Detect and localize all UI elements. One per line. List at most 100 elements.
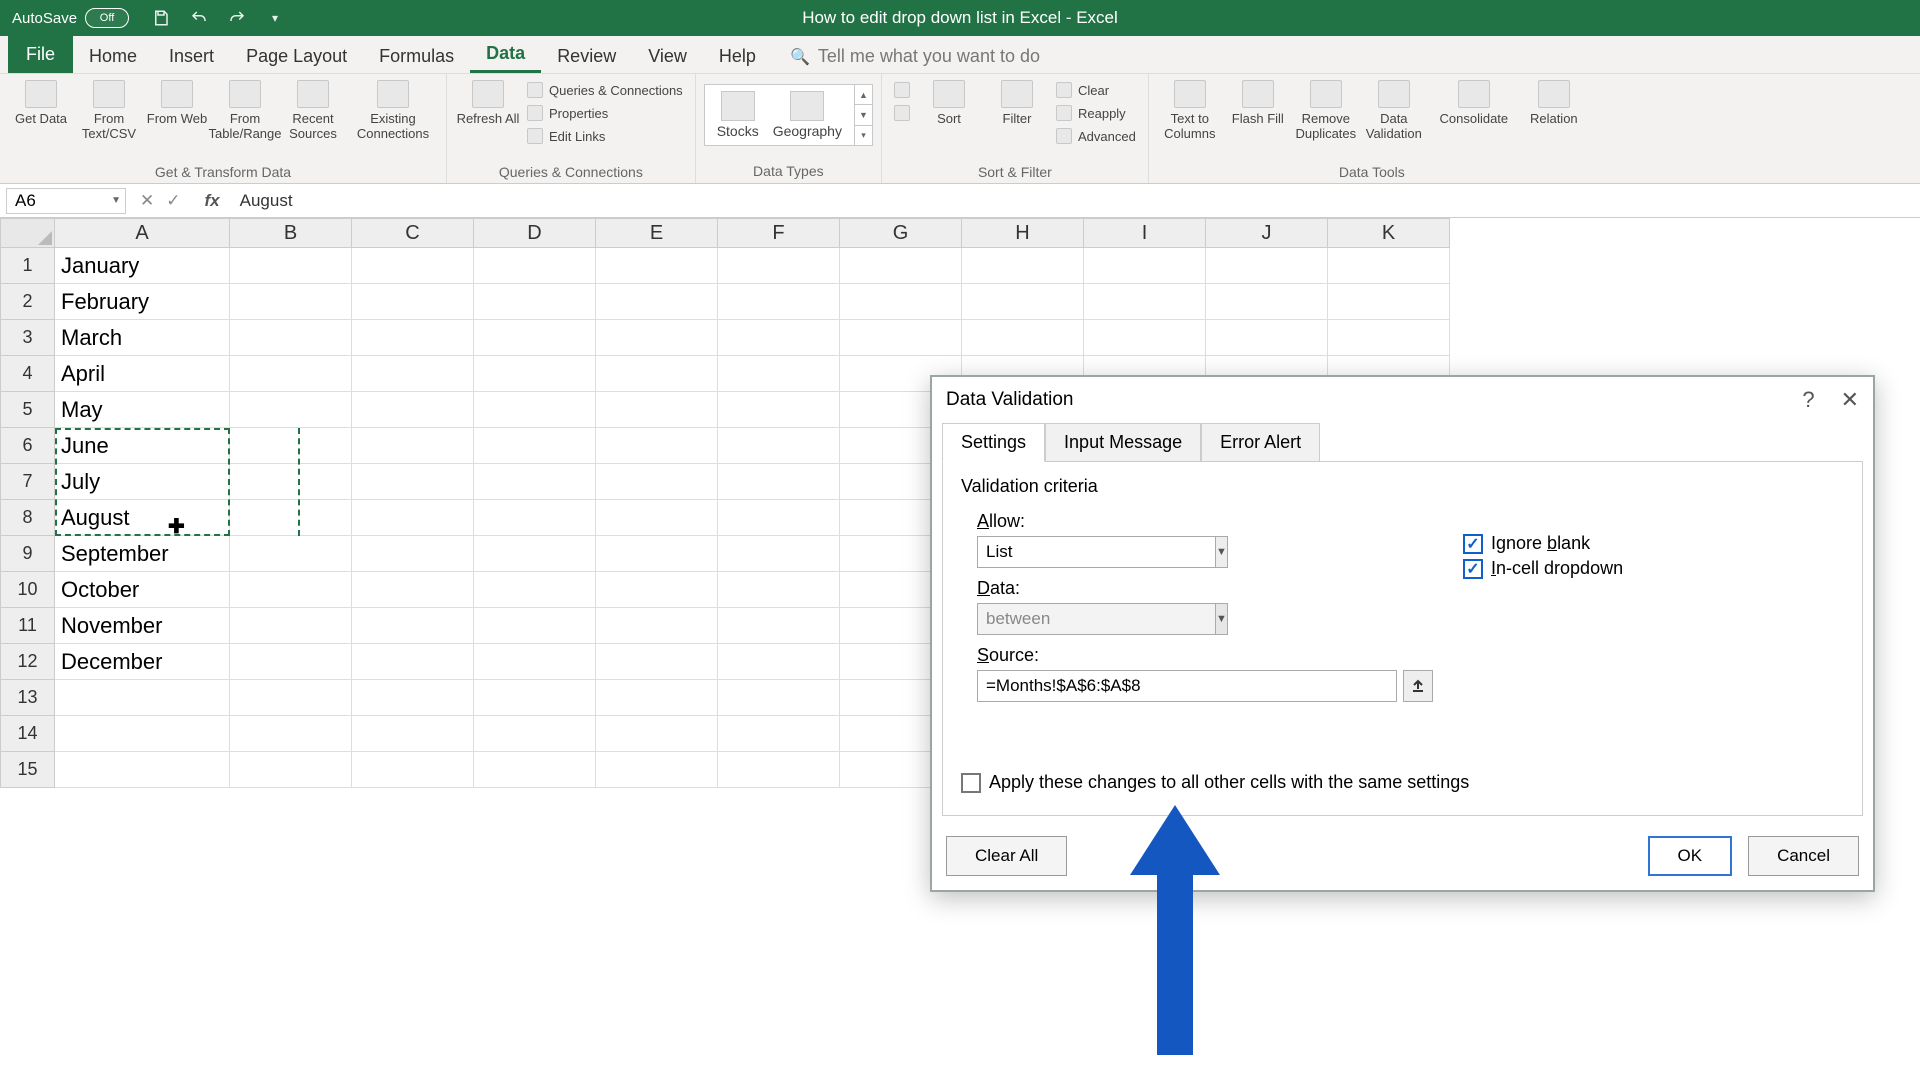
- tab-insert[interactable]: Insert: [153, 40, 230, 73]
- col-head-h[interactable]: H: [962, 218, 1084, 248]
- cell[interactable]: [352, 392, 474, 428]
- tab-settings[interactable]: Settings: [942, 423, 1045, 462]
- cell[interactable]: [596, 752, 718, 788]
- cell[interactable]: [962, 284, 1084, 320]
- cell[interactable]: [718, 356, 840, 392]
- cell[interactable]: [474, 716, 596, 752]
- cell[interactable]: [55, 716, 230, 752]
- cell[interactable]: [596, 356, 718, 392]
- get-data-button[interactable]: Get Data: [8, 78, 74, 160]
- cell[interactable]: [1328, 284, 1450, 320]
- cell[interactable]: [352, 572, 474, 608]
- cell[interactable]: April: [55, 356, 230, 392]
- cell[interactable]: [352, 500, 474, 536]
- tab-data[interactable]: Data: [470, 37, 541, 73]
- cell[interactable]: [474, 428, 596, 464]
- cell[interactable]: [1206, 284, 1328, 320]
- cell[interactable]: [718, 608, 840, 644]
- cell[interactable]: [474, 644, 596, 680]
- tab-input-message[interactable]: Input Message: [1045, 423, 1201, 462]
- row-head[interactable]: 1: [0, 248, 55, 284]
- cell[interactable]: [352, 644, 474, 680]
- sort-button[interactable]: Sort: [916, 78, 982, 160]
- cell[interactable]: February: [55, 284, 230, 320]
- name-box[interactable]: A6 ▼: [6, 188, 126, 214]
- cell[interactable]: [1084, 284, 1206, 320]
- sort-desc-button[interactable]: [890, 103, 914, 123]
- cancel-icon[interactable]: ✕: [140, 191, 154, 211]
- cell[interactable]: [596, 284, 718, 320]
- cell[interactable]: [352, 680, 474, 716]
- cell[interactable]: June: [55, 428, 230, 464]
- tab-page-layout[interactable]: Page Layout: [230, 40, 363, 73]
- cell[interactable]: August: [55, 500, 230, 536]
- cell[interactable]: [596, 608, 718, 644]
- row-head[interactable]: 5: [0, 392, 55, 428]
- cell[interactable]: [1328, 248, 1450, 284]
- col-head-b[interactable]: B: [230, 218, 352, 248]
- allow-value[interactable]: [977, 536, 1216, 568]
- col-head-c[interactable]: C: [352, 218, 474, 248]
- cell[interactable]: [474, 608, 596, 644]
- cell[interactable]: [230, 320, 352, 356]
- incell-dropdown-checkbox[interactable]: ✓ In-cell dropdown: [1463, 558, 1623, 579]
- row-head[interactable]: 15: [0, 752, 55, 788]
- cell[interactable]: [55, 680, 230, 716]
- cell[interactable]: [962, 248, 1084, 284]
- cell[interactable]: [718, 248, 840, 284]
- col-head-e[interactable]: E: [596, 218, 718, 248]
- fx-icon[interactable]: fx: [195, 191, 230, 211]
- cell[interactable]: [596, 428, 718, 464]
- row-head[interactable]: 14: [0, 716, 55, 752]
- queries-connections-button[interactable]: Queries & Connections: [523, 80, 687, 100]
- clear-filter-button[interactable]: Clear: [1052, 80, 1140, 100]
- tell-me-search[interactable]: 🔍 Tell me what you want to do: [784, 40, 1046, 73]
- cell[interactable]: [718, 572, 840, 608]
- cell[interactable]: December: [55, 644, 230, 680]
- cell[interactable]: [474, 284, 596, 320]
- text-to-columns-button[interactable]: Text to Columns: [1157, 78, 1223, 160]
- formula-value[interactable]: August: [230, 191, 293, 211]
- cell[interactable]: [230, 248, 352, 284]
- remove-duplicates-button[interactable]: Remove Duplicates: [1293, 78, 1359, 160]
- row-head[interactable]: 13: [0, 680, 55, 716]
- cell[interactable]: [352, 320, 474, 356]
- cell[interactable]: [1084, 320, 1206, 356]
- qat-customize-icon[interactable]: ▾: [265, 8, 285, 28]
- cell[interactable]: [474, 752, 596, 788]
- help-icon[interactable]: ?: [1802, 387, 1814, 413]
- tab-error-alert[interactable]: Error Alert: [1201, 423, 1320, 462]
- recent-sources-button[interactable]: Recent Sources: [280, 78, 346, 160]
- cell[interactable]: [718, 716, 840, 752]
- data-types-gallery[interactable]: Stocks Geography ▲▼▾: [704, 84, 873, 146]
- cell[interactable]: [230, 752, 352, 788]
- cell[interactable]: [230, 500, 352, 536]
- cell[interactable]: [55, 752, 230, 788]
- undo-icon[interactable]: [189, 8, 209, 28]
- advanced-filter-button[interactable]: Advanced: [1052, 126, 1140, 146]
- cell[interactable]: [352, 536, 474, 572]
- sort-asc-button[interactable]: [890, 80, 914, 100]
- cell[interactable]: [718, 680, 840, 716]
- row-head[interactable]: 6: [0, 428, 55, 464]
- col-head-j[interactable]: J: [1206, 218, 1328, 248]
- cell[interactable]: [474, 248, 596, 284]
- cell[interactable]: [718, 284, 840, 320]
- ok-button[interactable]: OK: [1648, 836, 1733, 876]
- cell[interactable]: [474, 536, 596, 572]
- cell[interactable]: [718, 392, 840, 428]
- cell[interactable]: [474, 680, 596, 716]
- cell[interactable]: [840, 248, 962, 284]
- cell[interactable]: [596, 680, 718, 716]
- allow-combo[interactable]: ▼: [977, 536, 1197, 568]
- cell[interactable]: [1206, 248, 1328, 284]
- row-head[interactable]: 7: [0, 464, 55, 500]
- row-head[interactable]: 12: [0, 644, 55, 680]
- cell[interactable]: [596, 392, 718, 428]
- autosave-control[interactable]: AutoSave Off: [0, 8, 141, 28]
- row-head[interactable]: 11: [0, 608, 55, 644]
- cell[interactable]: [596, 716, 718, 752]
- cell[interactable]: January: [55, 248, 230, 284]
- cell[interactable]: [352, 716, 474, 752]
- cell[interactable]: [474, 500, 596, 536]
